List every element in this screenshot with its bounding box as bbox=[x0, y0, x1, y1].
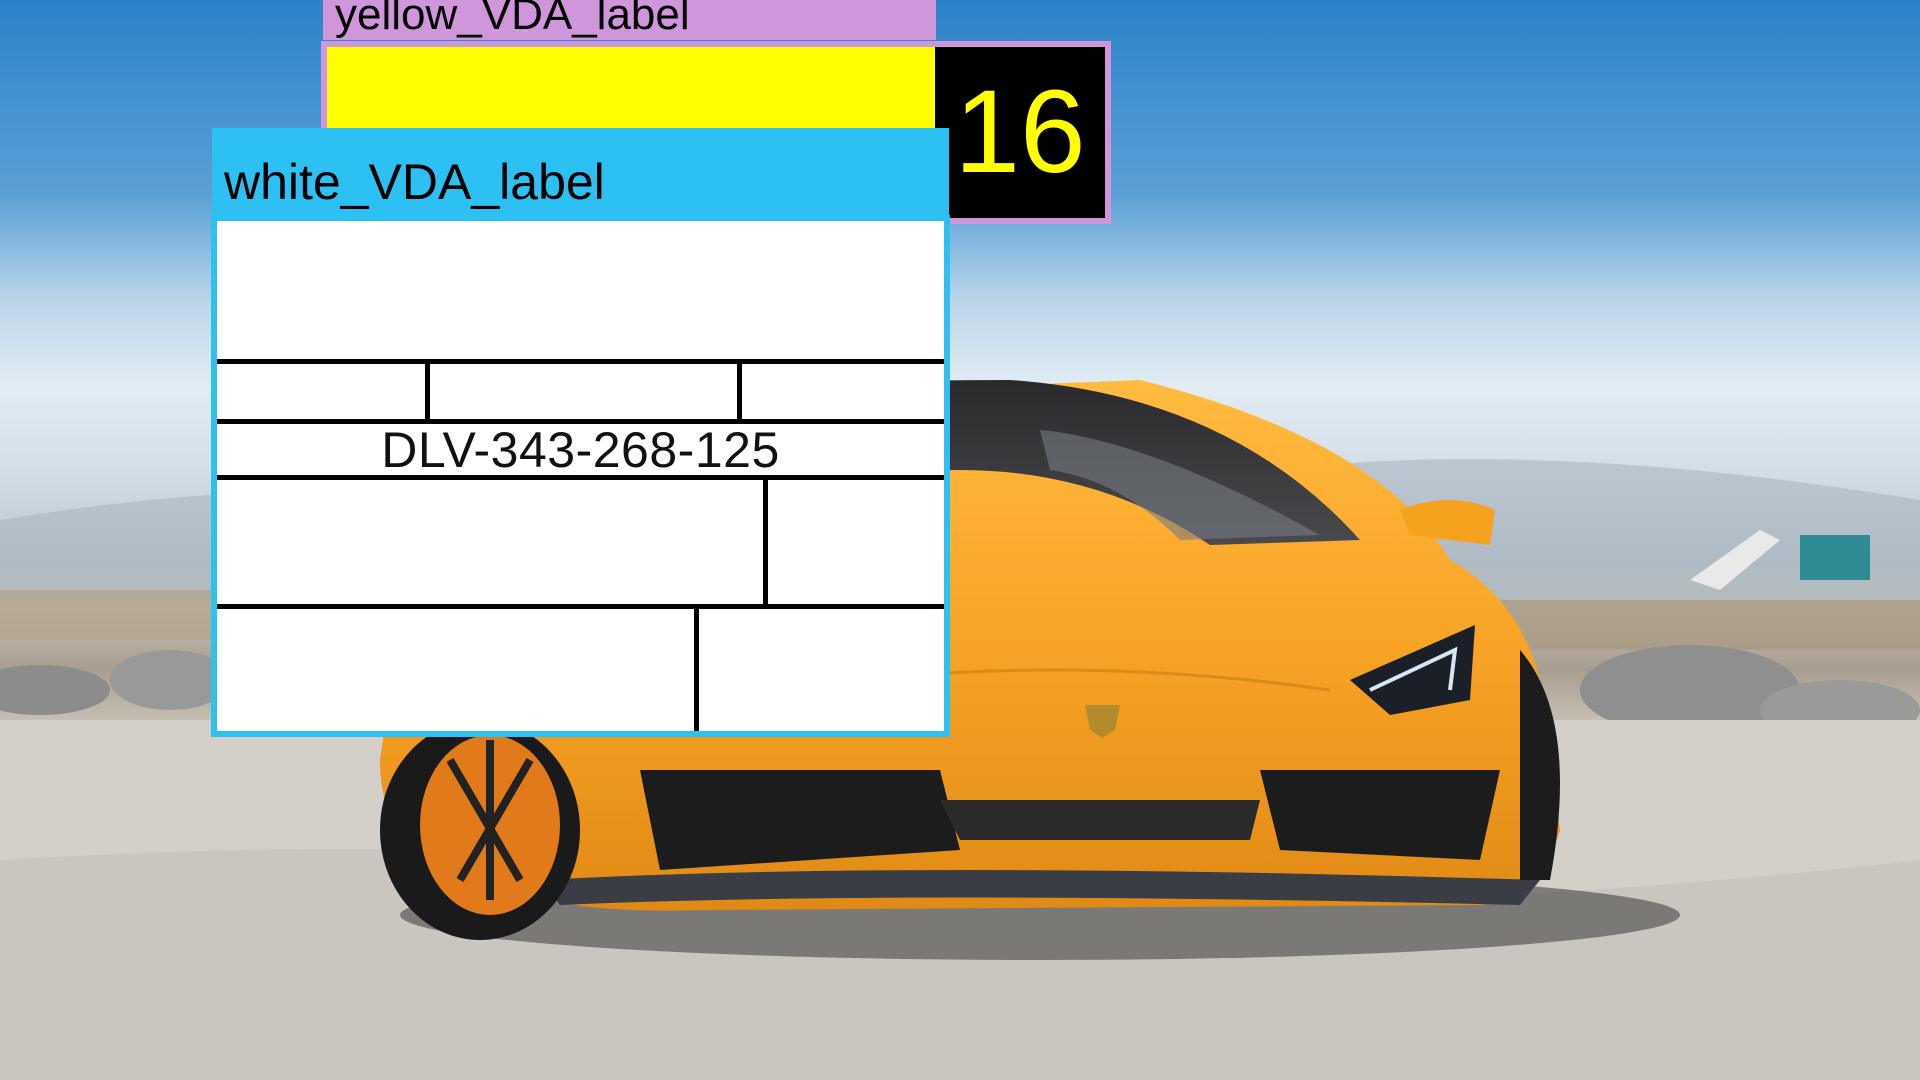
divider-line bbox=[425, 364, 430, 419]
divider-line bbox=[763, 480, 768, 604]
white-label-top-field bbox=[217, 221, 944, 359]
yellow-label-title: yellow_VDA_label bbox=[335, 0, 690, 39]
white-label-title: white_VDA_label bbox=[224, 154, 605, 210]
divider-line bbox=[694, 609, 699, 731]
yellow-label-header: yellow_VDA_label bbox=[323, 0, 936, 40]
delivery-number: DLV-343-268-125 bbox=[381, 422, 780, 478]
divider-line bbox=[737, 364, 742, 419]
yellow-label-count: 16 bbox=[935, 47, 1105, 218]
annotated-photo-scene: yellow_VDA_label 16 white_VDA_label DLV-… bbox=[0, 0, 1920, 1080]
white-label-box[interactable]: DLV-343-268-125 bbox=[211, 215, 950, 737]
white-label-row-4 bbox=[217, 480, 944, 604]
white-label-header: white_VDA_label bbox=[212, 128, 949, 216]
white-label-row-2 bbox=[217, 364, 944, 419]
white-label-row-5 bbox=[217, 609, 944, 731]
